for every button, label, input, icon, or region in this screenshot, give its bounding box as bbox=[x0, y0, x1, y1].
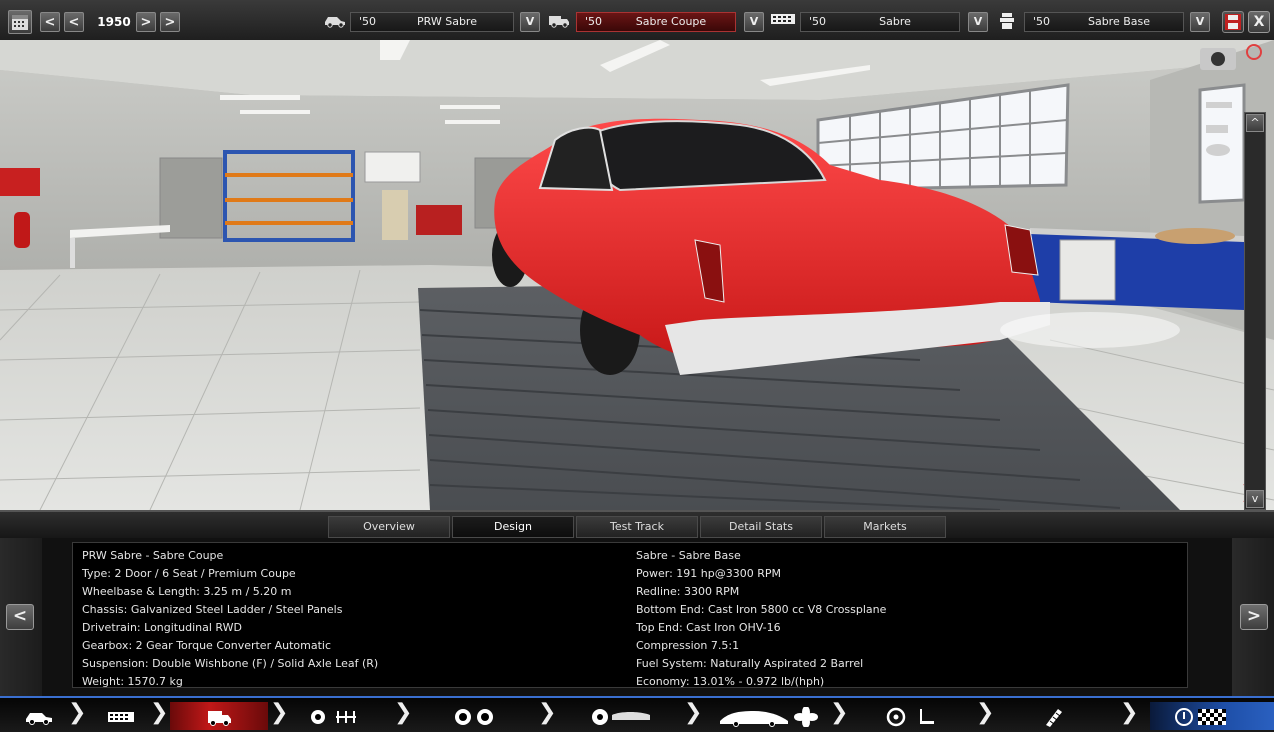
engine-variant-dropdown-button[interactable]: V bbox=[1190, 12, 1210, 32]
engine-variant-name: Sabre Base bbox=[1087, 15, 1151, 28]
engine-dropdown-button[interactable]: V bbox=[968, 12, 988, 32]
company-car-icon bbox=[322, 12, 348, 32]
nav-exhaust[interactable] bbox=[1026, 702, 1116, 730]
tab-overview[interactable]: Overview bbox=[328, 516, 450, 538]
fixture-icon bbox=[592, 709, 650, 725]
top-toolbar: < < 1950 > > '50 PRW Sabre V '50 Sabre C… bbox=[0, 0, 1274, 41]
nav-engine-suspension[interactable] bbox=[300, 702, 392, 730]
car-summary-column: PRW Sabre - Sabre Coupe Type: 2 Door / 6… bbox=[82, 547, 378, 691]
car-summary-line: Wheelbase & Length: 3.25 m / 5.20 m bbox=[82, 585, 292, 598]
company-name: PRW Sabre bbox=[417, 15, 477, 28]
engine-variant-select-box[interactable]: '50 Sabre Base bbox=[1024, 12, 1184, 32]
company-selector[interactable]: '50 PRW Sabre V bbox=[322, 12, 544, 32]
engine-summary-column: Sabre - Sabre Base Power: 191 hp@3300 RP… bbox=[636, 547, 886, 691]
engine-summary-line: Bottom End: Cast Iron 5800 cc V8 Crosspl… bbox=[636, 603, 887, 616]
fire-extinguisher-sign bbox=[0, 168, 40, 196]
nav-chevron: ❯ bbox=[830, 700, 849, 725]
garage-3d-viewport[interactable]: ^ v bbox=[0, 40, 1274, 510]
tab-test-track[interactable]: Test Track bbox=[576, 516, 698, 538]
nav-fixture[interactable] bbox=[584, 702, 674, 730]
year-display: 1950 bbox=[97, 15, 131, 29]
engine-variant-icon bbox=[994, 12, 1020, 32]
aero-fan-icon bbox=[720, 707, 818, 727]
model-select-box[interactable]: '50 Sabre Coupe bbox=[576, 12, 736, 32]
year-next-button[interactable]: > bbox=[136, 12, 156, 32]
nav-company[interactable] bbox=[20, 702, 68, 730]
model-name: Sabre Coupe bbox=[635, 15, 707, 28]
tab-detail-stats[interactable]: Detail Stats bbox=[700, 516, 822, 538]
engine-variant-year: '50 bbox=[1033, 15, 1051, 28]
year-next-fast-button[interactable]: > bbox=[160, 12, 180, 32]
fire-extinguisher bbox=[14, 212, 30, 248]
nav-interior[interactable] bbox=[874, 702, 964, 730]
engine-summary-line: Economy: 13.01% - 0.972 lb/(hph) bbox=[636, 675, 825, 688]
wheels-icon bbox=[455, 709, 493, 725]
engine-variant-selector[interactable]: '50 Sabre Base V bbox=[994, 12, 1216, 32]
engine-year: '50 bbox=[809, 15, 827, 28]
car-summary-line: Weight: 1570.7 kg bbox=[82, 675, 183, 688]
company-year: '50 bbox=[359, 15, 377, 28]
model-year: '50 bbox=[585, 15, 603, 28]
engine-summary-line: Top End: Cast Iron OHV-16 bbox=[636, 621, 781, 634]
company-dropdown-button[interactable]: V bbox=[520, 12, 540, 32]
tab-strip: Overview Design Test Track Detail Stats … bbox=[0, 510, 1274, 540]
nav-chevron: ❯ bbox=[270, 700, 289, 725]
designer-step-nav: ❯ ❯ ❯ ❯ ❯ ❯ ❯ ❯ ❯ bbox=[0, 696, 1274, 732]
model-van-icon bbox=[546, 12, 572, 32]
close-button[interactable]: X bbox=[1248, 11, 1270, 33]
calendar-icon[interactable] bbox=[8, 10, 32, 34]
nav-chevron: ❯ bbox=[394, 700, 413, 725]
company-select-box[interactable]: '50 PRW Sabre bbox=[350, 12, 514, 32]
scroll-up-button[interactable]: ^ bbox=[1246, 114, 1264, 132]
nav-body[interactable] bbox=[170, 702, 268, 730]
nav-chevron: ❯ bbox=[1120, 700, 1139, 725]
van-body-icon bbox=[208, 711, 231, 726]
nav-chevron: ❯ bbox=[68, 700, 87, 725]
model-dropdown-button[interactable]: V bbox=[744, 12, 764, 32]
scroll-down-button[interactable]: v bbox=[1246, 490, 1264, 508]
year-prev-button[interactable]: < bbox=[64, 12, 84, 32]
exhaust-pipe-icon bbox=[1046, 709, 1062, 727]
engine-summary-line: Sabre - Sabre Base bbox=[636, 549, 741, 562]
nav-chassis[interactable] bbox=[96, 702, 152, 730]
viewport-scrollbar[interactable]: ^ v bbox=[1244, 112, 1266, 510]
nav-chevron: ❯ bbox=[150, 700, 169, 725]
tab-design[interactable]: Design bbox=[452, 516, 574, 538]
chassis-frame-icon bbox=[108, 712, 134, 722]
engine-block-icon bbox=[770, 12, 796, 32]
floppy-disk-icon bbox=[1225, 14, 1241, 30]
tab-markets[interactable]: Markets bbox=[824, 516, 946, 538]
engine-summary-line: Redline: 3300 RPM bbox=[636, 585, 740, 598]
nav-chevron: ❯ bbox=[976, 700, 995, 725]
save-button[interactable] bbox=[1222, 11, 1244, 33]
info-summary-box: PRW Sabre - Sabre Coupe Type: 2 Door / 6… bbox=[72, 542, 1188, 688]
nav-wheels[interactable] bbox=[440, 702, 532, 730]
car-summary-line: Type: 2 Door / 6 Seat / Premium Coupe bbox=[82, 567, 296, 580]
nav-finish[interactable] bbox=[1150, 702, 1274, 730]
garage-scene bbox=[0, 40, 1274, 510]
car-summary-line: PRW Sabre - Sabre Coupe bbox=[82, 549, 224, 562]
engine-name: Sabre bbox=[879, 15, 911, 28]
info-next-button[interactable]: > bbox=[1240, 604, 1268, 630]
nav-chevron: ❯ bbox=[538, 700, 557, 725]
engine-selector[interactable]: '50 Sabre V bbox=[770, 12, 992, 32]
engine-summary-line: Compression 7.5:1 bbox=[636, 639, 740, 652]
info-prev-button[interactable]: < bbox=[6, 604, 34, 630]
nav-aero[interactable] bbox=[716, 702, 826, 730]
engine-summary-line: Power: 191 hp@3300 RPM bbox=[636, 567, 781, 580]
steering-seat-icon bbox=[886, 707, 934, 727]
year-prev-fast-button[interactable]: < bbox=[40, 12, 60, 32]
finish-flag-icon bbox=[1175, 708, 1226, 726]
car-summary-line: Gearbox: 2 Gear Torque Converter Automat… bbox=[82, 639, 332, 652]
nav-chevron: ❯ bbox=[684, 700, 703, 725]
model-selector[interactable]: '50 Sabre Coupe V bbox=[546, 12, 768, 32]
gear-suspension-icon bbox=[311, 710, 356, 724]
engine-select-box[interactable]: '50 Sabre bbox=[800, 12, 960, 32]
engine-summary-line: Fuel System: Naturally Aspirated 2 Barre… bbox=[636, 657, 864, 670]
car-side-icon bbox=[26, 713, 52, 725]
car-summary-line: Drivetrain: Longitudinal RWD bbox=[82, 621, 242, 634]
car-summary-line: Suspension: Double Wishbone (F) / Solid … bbox=[82, 657, 379, 670]
car-summary-line: Chassis: Galvanized Steel Ladder / Steel… bbox=[82, 603, 343, 616]
info-panel: < > PRW Sabre - Sabre Coupe Type: 2 Door… bbox=[0, 538, 1274, 696]
